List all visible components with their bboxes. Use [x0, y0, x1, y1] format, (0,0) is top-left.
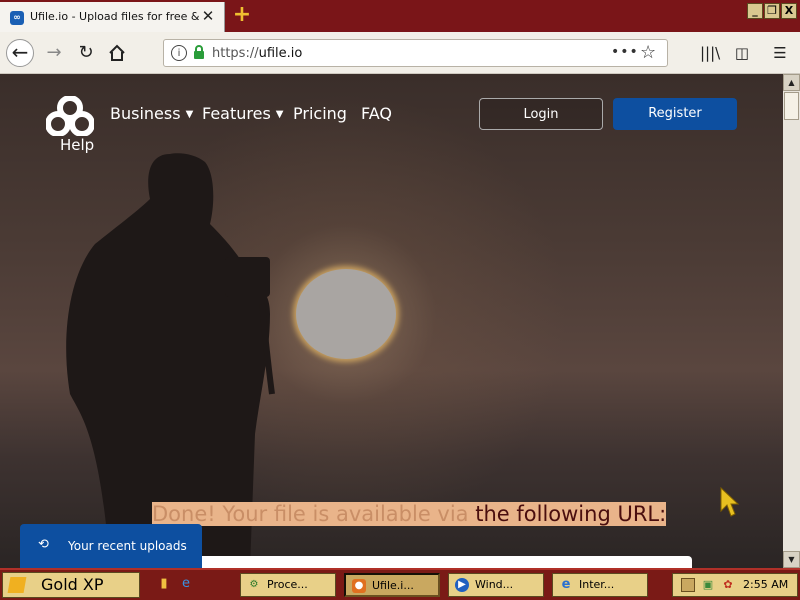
process-icon: ⚙: [249, 579, 259, 590]
login-button[interactable]: Login: [479, 98, 603, 130]
address-bar[interactable]: i https://ufile.io ••• ☆: [163, 39, 668, 67]
windows-taskbar: Gold XP ▮ e ⚙ Proce... ● Ufile.i... ▶ Wi…: [0, 568, 800, 600]
system-tray: ▣ ✿ 2:55 AM: [672, 573, 798, 597]
minimize-button[interactable]: _: [747, 3, 763, 19]
taskbar-task-process[interactable]: ⚙ Proce...: [240, 573, 336, 597]
folder-quicklaunch-icon[interactable]: ▮: [156, 576, 172, 592]
nav-features-menu[interactable]: Features ▼: [202, 104, 284, 123]
nav-business-menu[interactable]: Business ▼: [110, 104, 193, 123]
history-icon: ⟲: [38, 537, 49, 552]
recent-uploads-label: Your recent uploads: [68, 539, 187, 553]
tab-close-icon[interactable]: ✕: [200, 8, 216, 24]
upload-done-message: Done! Your file is available via the fol…: [152, 502, 667, 526]
media-player-icon: ▶: [455, 578, 469, 592]
nav-help-link[interactable]: Help: [60, 136, 94, 154]
tab-title: Ufile.io - Upload files for free & sh: [30, 10, 200, 23]
nav-features-label: Features: [202, 104, 271, 123]
security-icon[interactable]: ✿: [721, 578, 735, 592]
library-icon[interactable]: |||\: [700, 43, 720, 63]
forward-button[interactable]: →: [40, 39, 68, 67]
done-message-part2: the following URL:: [475, 502, 667, 526]
site-info-icon[interactable]: i: [171, 45, 187, 61]
browser-tab[interactable]: ∞ Ufile.io - Upload files for free & sh …: [0, 2, 225, 32]
firefox-icon: ●: [352, 579, 366, 593]
url-scheme: https://: [212, 46, 259, 61]
register-button[interactable]: Register: [613, 98, 737, 130]
home-icon: [109, 44, 125, 61]
bookmark-star-icon[interactable]: ☆: [640, 42, 656, 63]
url-text[interactable]: https://ufile.io: [212, 46, 302, 61]
file-url-box[interactable]: [190, 556, 692, 568]
sidebar-icon[interactable]: ◫: [732, 43, 752, 63]
nav-business-label: Business: [110, 104, 181, 123]
ufile-favicon-icon: ∞: [10, 11, 24, 25]
internet-explorer-quicklaunch-icon[interactable]: e: [178, 576, 194, 592]
start-button[interactable]: Gold XP: [2, 572, 140, 598]
page-scrollbar[interactable]: ▲ ▼: [783, 74, 800, 568]
task-label: Proce...: [267, 578, 308, 591]
new-tab-button[interactable]: +: [232, 4, 252, 26]
chevron-down-icon: ▼: [275, 109, 284, 120]
windows-flag-icon: [7, 577, 27, 593]
page-actions-button[interactable]: •••: [611, 44, 639, 60]
restore-button[interactable]: ❐: [764, 3, 780, 19]
background-photo-silhouette: [66, 153, 275, 568]
task-label: Wind...: [475, 578, 514, 591]
scroll-down-icon[interactable]: ▼: [783, 551, 800, 568]
close-window-button[interactable]: X: [781, 3, 797, 19]
scroll-up-icon[interactable]: ▲: [783, 74, 800, 91]
taskbar-task-media[interactable]: ▶ Wind...: [448, 573, 544, 597]
internet-explorer-icon: e: [561, 577, 571, 592]
back-button[interactable]: ←: [6, 39, 34, 67]
ufile-logo-icon[interactable]: [46, 96, 94, 136]
nav-faq-link[interactable]: FAQ: [361, 104, 392, 123]
taskbar-task-ufile[interactable]: ● Ufile.i...: [344, 573, 440, 597]
url-host: ufile.io: [258, 46, 303, 61]
browser-toolbar: ← → ↻ i https://ufile.io ••• ☆ |||\ ◫ ☰: [0, 32, 800, 74]
done-message-part1: Done! Your file is available via: [152, 502, 476, 526]
clock: 2:55 AM: [743, 578, 789, 591]
task-label: Inter...: [579, 578, 615, 591]
nav-pricing-link[interactable]: Pricing: [293, 104, 347, 123]
browser-tab-strip: ∞ Ufile.io - Upload files for free & sh …: [0, 0, 800, 32]
start-label: Gold XP: [41, 575, 104, 594]
home-button[interactable]: [103, 39, 131, 67]
taskbar-task-internet[interactable]: e Inter...: [552, 573, 648, 597]
mouse-cursor-icon: [720, 487, 740, 517]
menu-hamburger-icon[interactable]: ☰: [770, 43, 790, 63]
scrollbar-thumb[interactable]: [784, 92, 799, 120]
reload-button[interactable]: ↻: [72, 39, 100, 67]
task-label: Ufile.i...: [372, 579, 414, 592]
network-icon[interactable]: ▣: [701, 578, 715, 592]
lock-icon[interactable]: [193, 45, 205, 59]
recent-uploads-button[interactable]: ⟲ Your recent uploads: [20, 524, 202, 568]
web-page: Help Business ▼ Features ▼ Pricing FAQ Log…: [0, 74, 783, 568]
tray-app-icon[interactable]: [681, 578, 695, 592]
chevron-down-icon: ▼: [185, 109, 194, 120]
